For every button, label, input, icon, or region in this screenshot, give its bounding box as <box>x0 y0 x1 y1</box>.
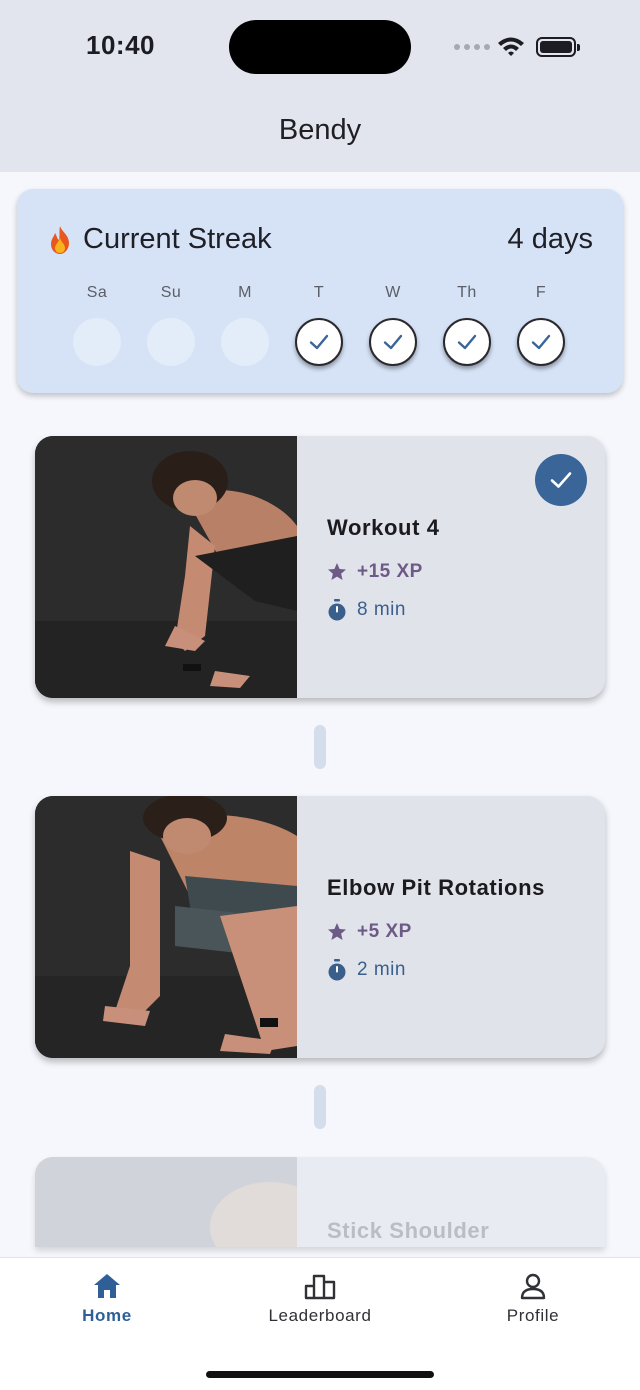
day-label: W <box>385 284 401 301</box>
day-label: Th <box>457 284 477 301</box>
workout-xp: +5 XP <box>327 921 412 943</box>
streak-day: F <box>517 284 565 366</box>
workout-title: Elbow Pit Rotations <box>327 875 545 900</box>
star-icon <box>328 563 346 580</box>
home-indicator <box>206 1371 434 1378</box>
tab-leaderboard[interactable]: Leaderboard <box>245 1272 395 1326</box>
tab-label: Home <box>82 1306 132 1325</box>
streak-day: M <box>221 284 269 366</box>
day-check-icon <box>369 318 417 366</box>
tab-profile[interactable]: Profile <box>458 1272 608 1326</box>
workout-duration: 2 min <box>327 959 406 981</box>
streak-header: Current Streak <box>47 223 272 256</box>
star-icon <box>328 923 346 940</box>
workout-thumbnail <box>35 1157 297 1247</box>
day-check-icon <box>295 318 343 366</box>
home-icon <box>94 1274 120 1298</box>
leaderboard-icon <box>304 1274 336 1300</box>
day-empty-circle <box>147 318 195 366</box>
path-connector <box>314 1085 326 1129</box>
tab-home[interactable]: Home <box>32 1272 182 1326</box>
wifi-icon <box>498 37 524 56</box>
workout-thumbnail <box>35 436 297 698</box>
workout-xp-value: +5 XP <box>357 921 412 942</box>
day-check-icon <box>517 318 565 366</box>
path-connector <box>314 725 326 769</box>
day-check-icon <box>443 318 491 366</box>
day-label: T <box>313 284 325 301</box>
workout-title: Workout 4 <box>327 515 440 540</box>
workout-xp: +15 XP <box>327 561 423 583</box>
workout-title: Stick Shoulder <box>327 1218 490 1243</box>
workout-duration-value: 8 min <box>357 599 406 620</box>
cellular-signal-icon <box>454 44 490 50</box>
status-time: 10:40 <box>86 30 155 60</box>
workout-info: Elbow Pit Rotations +5 XP 2 min <box>327 796 605 1058</box>
app-title: Bendy <box>278 114 362 146</box>
workout-duration-value: 2 min <box>357 959 406 980</box>
day-label: Su <box>160 284 182 301</box>
streak-day: Th <box>443 284 491 366</box>
day-label: Sa <box>86 284 108 301</box>
stopwatch-icon <box>328 959 346 981</box>
stopwatch-icon <box>328 599 346 621</box>
streak-days: Sa Su M T W Th F <box>73 284 565 366</box>
day-label: F <box>535 284 547 301</box>
streak-day: Su <box>147 284 195 366</box>
top-bar: 10:40 Bendy <box>0 0 640 172</box>
workout-xp-value: +15 XP <box>357 561 423 582</box>
workout-card[interactable]: Elbow Pit Rotations +5 XP 2 min <box>35 796 605 1058</box>
streak-day: T <box>295 284 343 366</box>
streak-title: Current Streak <box>83 223 272 255</box>
dynamic-island <box>229 20 411 74</box>
workout-duration: 8 min <box>327 599 406 621</box>
streak-count: 4 days <box>507 223 593 255</box>
workout-card[interactable]: Workout 4 +15 XP 8 min <box>35 436 605 698</box>
workout-info: Stick Shoulder <box>327 1157 605 1247</box>
day-label: M <box>238 284 252 301</box>
fire-icon <box>47 225 73 255</box>
completed-check-icon <box>535 454 587 506</box>
streak-day: W <box>369 284 417 366</box>
tab-label: Profile <box>506 1306 560 1325</box>
person-icon <box>520 1273 546 1300</box>
workout-card-locked[interactable]: Stick Shoulder <box>35 1157 605 1247</box>
day-empty-circle <box>73 318 121 366</box>
streak-day: Sa <box>73 284 121 366</box>
streak-card: Current Streak 4 days Sa Su M T W Th F <box>17 189 623 393</box>
day-empty-circle <box>221 318 269 366</box>
battery-icon <box>536 37 580 57</box>
tab-label: Leaderboard <box>268 1306 372 1325</box>
workout-thumbnail <box>35 796 297 1058</box>
